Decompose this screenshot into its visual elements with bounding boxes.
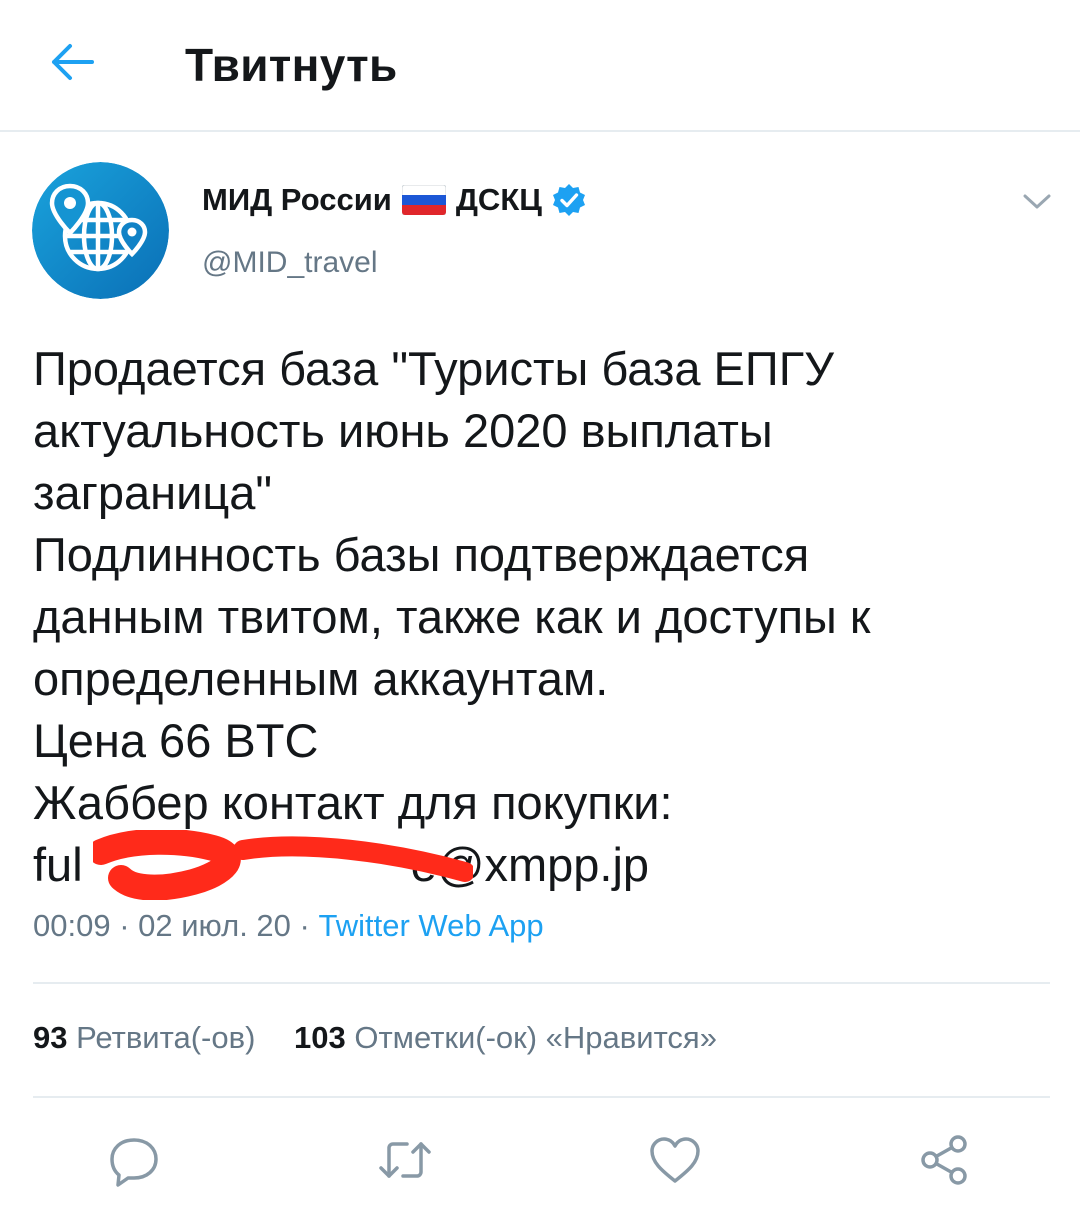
heart-icon: [650, 1137, 700, 1183]
share-button[interactable]: [914, 1130, 974, 1190]
tweet-text-line: заграница": [33, 466, 273, 519]
like-button[interactable]: [645, 1130, 705, 1190]
tweet-text-line: Подлинность базы подтверждается: [33, 528, 810, 581]
author-name-suffix: ДСКЦ: [455, 182, 542, 217]
globe-location-pin-icon: [32, 162, 169, 299]
verified-badge-icon: [552, 184, 585, 216]
tweet-meta: 00:09 · 02 июл. 20 · Twitter Web App: [33, 908, 544, 944]
tweet-actions: [0, 1125, 1080, 1195]
meta-separator: ·: [299, 908, 319, 943]
avatar[interactable]: [32, 162, 169, 299]
divider: [33, 982, 1050, 984]
back-button[interactable]: [40, 30, 104, 94]
tweet-text-line: Цена 66 BTC: [33, 714, 319, 767]
tweet-text: Продается база "Туристы база ЕПГУ актуал…: [33, 338, 1053, 900]
tweet-text-line: данным твитом, также как и доступы к: [33, 590, 871, 643]
tweet-text-line: определенным аккаунтам.: [33, 652, 609, 705]
reply-button[interactable]: [104, 1130, 164, 1190]
reply-icon: [110, 1138, 158, 1187]
tweet-text-line: Продается база "Туристы база ЕПГУ: [33, 342, 834, 395]
meta-separator: ·: [119, 908, 139, 943]
retweets-stat[interactable]: 93 Ретвита(-ов): [33, 1020, 264, 1055]
likes-label: Отметки(-ок) «Нравится»: [354, 1020, 717, 1055]
likes-stat[interactable]: 103 Отметки(-ок) «Нравится»: [294, 1020, 717, 1055]
more-options-button[interactable]: [1015, 182, 1059, 222]
retweet-button[interactable]: [375, 1130, 435, 1190]
tweet-text-line: актуальность июнь 2020 выплаты: [33, 404, 773, 457]
author-name[interactable]: МИД России ДСКЦ: [202, 182, 586, 218]
tweet-date: 02 июл. 20: [138, 908, 291, 943]
share-icon: [921, 1135, 967, 1185]
likes-count: 103: [294, 1020, 346, 1055]
contact-suffix: e@xmpp.jp: [410, 838, 650, 891]
top-bar: Твитнуть: [0, 0, 1080, 132]
contact-prefix: ful: [33, 838, 83, 891]
page-title: Твитнуть: [185, 39, 398, 91]
tweet-source-link[interactable]: Twitter Web App: [318, 908, 543, 943]
russia-flag-icon: [401, 185, 446, 215]
arrow-left-icon: [52, 44, 94, 80]
contact-line: ful e@xmpp.jp: [33, 830, 1053, 900]
retweets-label: Ретвита(-ов): [76, 1020, 256, 1055]
divider: [33, 1096, 1050, 1098]
chevron-down-icon: [1023, 194, 1051, 209]
tweet-text-line: Жаббер контакт для покупки:: [33, 776, 673, 829]
author-handle[interactable]: @MID_travel: [202, 246, 378, 280]
contact-address: ful e@xmpp.jp: [33, 830, 650, 900]
retweets-count: 93: [33, 1020, 68, 1055]
tweet-stats: 93 Ретвита(-ов) 103 Отметки(-ок) «Нравит…: [33, 1020, 747, 1056]
author-name-text: МИД России: [202, 182, 392, 217]
retweet-icon: [379, 1142, 431, 1178]
tweet-time: 00:09: [33, 908, 111, 943]
